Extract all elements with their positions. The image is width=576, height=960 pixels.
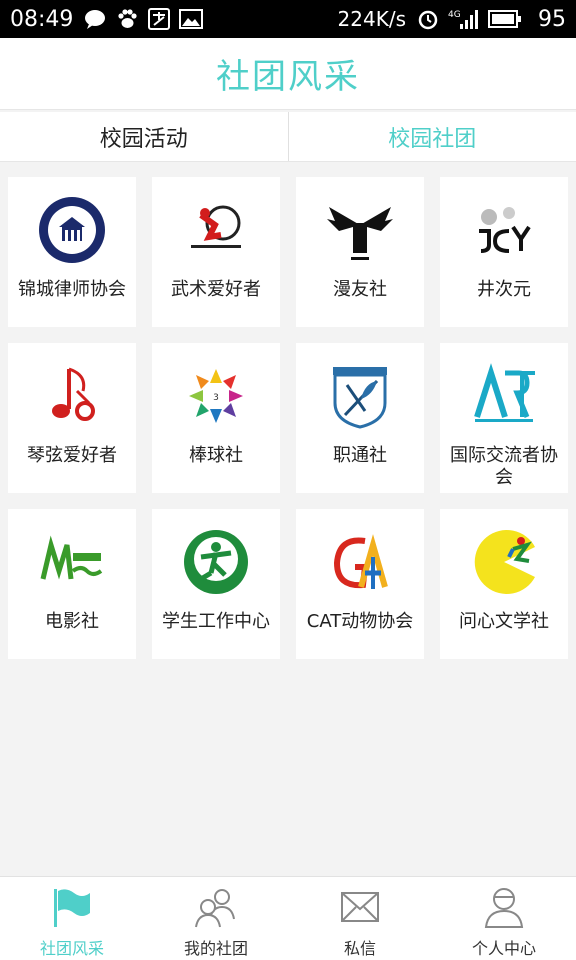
club-card[interactable]: 漫友社 xyxy=(296,177,424,327)
jcy-logo-icon xyxy=(469,195,539,265)
mail-icon xyxy=(338,885,382,929)
status-bar: 08:49 224K/s 4G 95 xyxy=(0,0,576,38)
club-name: 电影社 xyxy=(45,611,99,632)
svg-text:3: 3 xyxy=(213,393,219,403)
tab-campus-activities[interactable]: 校园活动 xyxy=(0,112,288,161)
battery-icon xyxy=(488,8,522,30)
mango-logo-icon xyxy=(37,527,107,597)
flag-icon xyxy=(50,885,94,929)
battery-level: 95 xyxy=(538,6,566,32)
club-card[interactable]: 武术爱好者 xyxy=(152,177,280,327)
signal-type: 4G xyxy=(448,10,461,20)
tab-bar: 校园活动 校园社团 xyxy=(0,112,576,162)
nav-label: 私信 xyxy=(343,939,376,958)
nav-my-clubs[interactable]: 我的社团 xyxy=(144,877,288,960)
club-card[interactable]: 电影社 xyxy=(8,509,136,659)
club-name: 棒球社 xyxy=(189,445,243,466)
nav-club-showcase[interactable]: 社团风采 xyxy=(0,877,144,960)
nav-messages[interactable]: 私信 xyxy=(288,877,432,960)
quill-shield-logo-icon xyxy=(325,361,395,431)
signal-icon: 4G xyxy=(448,8,480,30)
chat-bubble-icon xyxy=(83,8,107,30)
club-card[interactable]: CAT动物协会 xyxy=(296,509,424,659)
paw-icon xyxy=(115,8,139,30)
alipay-icon xyxy=(147,8,171,30)
app-header: 社团风采 xyxy=(0,38,576,110)
clava-logo-icon: 3 xyxy=(181,361,251,431)
club-card[interactable]: 井次元 xyxy=(440,177,568,327)
page-title: 社团风采 xyxy=(216,57,360,97)
club-name: 琴弦爱好者 xyxy=(27,445,117,466)
alarm-icon xyxy=(416,8,440,30)
club-name: 井次元 xyxy=(477,279,531,300)
network-speed: 224K/s xyxy=(337,7,406,31)
group-icon xyxy=(194,885,238,929)
martial-arts-logo-icon xyxy=(181,195,251,265)
pacman-logo-icon xyxy=(469,527,539,597)
image-icon xyxy=(179,8,204,30)
club-card[interactable]: 锦城律师协会 xyxy=(8,177,136,327)
music-note-logo-icon xyxy=(37,361,107,431)
comic-club-logo-icon xyxy=(325,195,395,265)
club-name: 学生工作中心 xyxy=(162,611,270,632)
club-card[interactable]: 3 棒球社 xyxy=(152,343,280,493)
club-grid: 锦城律师协会 武术爱好者 漫友社 井次元 琴弦爱好者 3 棒球社 职通社 国际交… xyxy=(8,177,568,659)
art-logo-icon xyxy=(469,361,539,431)
nav-profile[interactable]: 个人中心 xyxy=(432,877,576,960)
nav-label: 个人中心 xyxy=(471,939,536,958)
person-icon xyxy=(482,885,526,929)
cat-ga-logo-icon xyxy=(325,527,395,597)
club-name: 职通社 xyxy=(333,445,387,466)
tab-campus-clubs[interactable]: 校园社团 xyxy=(287,112,576,161)
club-name: CAT动物协会 xyxy=(306,611,414,632)
club-card[interactable]: 琴弦爱好者 xyxy=(8,343,136,493)
club-name: 武术爱好者 xyxy=(171,279,261,300)
status-time: 08:49 xyxy=(10,6,74,32)
club-name: 漫友社 xyxy=(333,279,387,300)
club-card[interactable]: 问心文学社 xyxy=(440,509,568,659)
nav-label: 我的社团 xyxy=(183,939,248,958)
student-center-logo-icon xyxy=(181,527,251,597)
club-card[interactable]: 国际交流者协会 xyxy=(440,343,568,493)
law-association-logo-icon xyxy=(37,195,107,265)
club-card[interactable]: 学生工作中心 xyxy=(152,509,280,659)
nav-label: 社团风采 xyxy=(39,939,104,958)
club-name: 问心文学社 xyxy=(459,611,549,632)
club-name: 锦城律师协会 xyxy=(18,279,126,300)
bottom-nav: 社团风采 我的社团 私信 个人中心 xyxy=(0,876,576,960)
club-name: 国际交流者协会 xyxy=(450,445,558,488)
club-card[interactable]: 职通社 xyxy=(296,343,424,493)
